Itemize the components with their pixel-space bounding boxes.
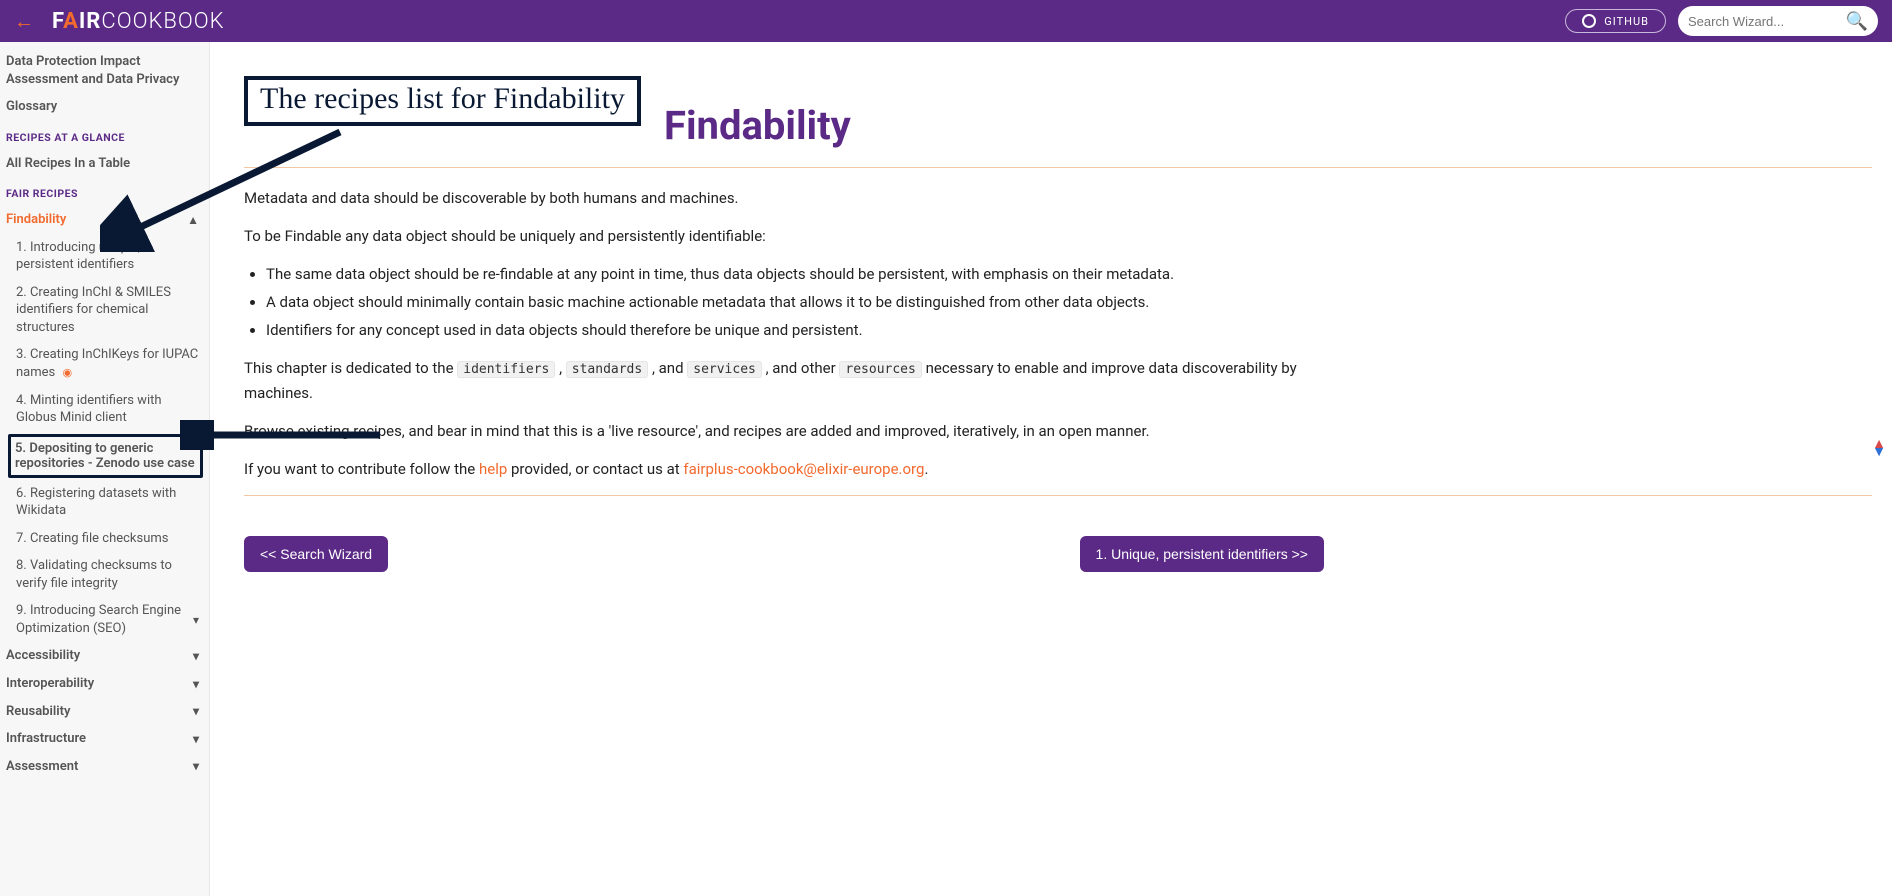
chevron-up-icon: ▲	[187, 212, 199, 228]
search-input[interactable]	[1688, 14, 1838, 29]
logo-letter-f: F	[52, 9, 63, 34]
pager-next-button[interactable]: 1. Unique, persistent identifiers >>	[1080, 536, 1324, 572]
pager-prev-button[interactable]: << Search Wizard	[244, 536, 388, 572]
main-content: The recipes list for Findability Findabi…	[210, 42, 1892, 896]
sidebar-subitem[interactable]: 4. Minting identifiers with Globus Minid…	[0, 387, 209, 432]
logo-letter-ir: IR	[79, 9, 102, 34]
sidebar-subitem[interactable]: 2. Creating InChI & SMILES identifiers f…	[0, 279, 209, 342]
site-logo[interactable]: FAIRCOOKBOOK	[52, 9, 225, 34]
search-box[interactable]: 🔍	[1678, 6, 1878, 36]
sidebar-subitem[interactable]: 3. Creating InChIKeys for IUPAC names ◉	[0, 341, 209, 386]
paragraph: This chapter is dedicated to the identif…	[244, 356, 1324, 405]
sidebar-subitem[interactable]: 6. Registering datasets with Wikidata	[0, 480, 209, 525]
chevron-down-icon: ▼	[1872, 448, 1886, 456]
divider	[244, 167, 1872, 168]
annotation-label-box: The recipes list for Findability	[244, 76, 641, 126]
contact-email-link[interactable]: fairplus-cookbook@elixir-europe.org	[683, 460, 924, 478]
paragraph: Browse existing recipes, and bear in min…	[244, 419, 1324, 443]
page-title: Findability	[664, 102, 1872, 149]
back-arrow-icon[interactable]: ←	[14, 9, 34, 34]
bullet-list: The same data object should be re-findab…	[266, 262, 1324, 342]
chevron-down-icon: ▾	[193, 648, 199, 664]
sidebar-subitem[interactable]: 8. Validating checksums to verify file i…	[0, 552, 209, 597]
paragraph: If you want to contribute follow the hel…	[244, 457, 1324, 481]
sidebar-item-assessment[interactable]: Assessment▾	[0, 753, 209, 781]
sidebar-item-findability[interactable]: Findability ▲	[0, 206, 209, 234]
scroll-widget[interactable]: ▲ ▼	[1868, 433, 1890, 463]
code-chip: resources	[839, 361, 921, 378]
logo-letter-a: A	[63, 9, 79, 34]
sidebar-section-title: FAIR RECIPES	[0, 177, 209, 206]
paragraph: To be Findable any data object should be…	[244, 224, 1324, 248]
chevron-down-icon: ▾	[193, 703, 199, 719]
search-icon[interactable]: 🔍	[1846, 11, 1868, 32]
list-item: Identifiers for any concept used in data…	[266, 318, 1324, 342]
sidebar-item-accessibility[interactable]: Accessibility▾	[0, 642, 209, 670]
sidebar-item-all-recipes[interactable]: All Recipes In a Table	[0, 150, 209, 178]
sidebar: Data Protection Impact Assessment and Da…	[0, 42, 210, 896]
sidebar-item-reusability[interactable]: Reusability▾	[0, 698, 209, 726]
logo-cookbook: COOKBOOK	[101, 9, 224, 34]
sidebar-label: Findability	[6, 211, 66, 229]
help-link[interactable]: help	[479, 460, 507, 478]
sidebar-item-infrastructure[interactable]: Infrastructure▾	[0, 725, 209, 753]
github-link[interactable]: GITHUB	[1565, 9, 1666, 33]
chevron-down-icon: ▾	[193, 612, 199, 628]
list-item: The same data object should be re-findab…	[266, 262, 1324, 286]
chevron-down-icon: ▾	[193, 758, 199, 774]
sidebar-subitem-highlighted[interactable]: 5. Depositing to generic repositories - …	[8, 434, 203, 478]
pager: << Search Wizard 1. Unique, persistent i…	[244, 536, 1324, 572]
code-chip: services	[687, 361, 762, 378]
chevron-down-icon: ▾	[193, 731, 199, 747]
github-icon	[1582, 14, 1596, 28]
sidebar-subitem[interactable]: 7. Creating file checksums	[0, 525, 209, 553]
sidebar-subitem[interactable]: 1. Introducing unique, persistent identi…	[0, 234, 209, 279]
chevron-down-icon: ▾	[193, 676, 199, 692]
sidebar-item[interactable]: Data Protection Impact Assessment and Da…	[0, 48, 209, 93]
sidebar-item[interactable]: Glossary	[0, 93, 209, 121]
sidebar-item-interoperability[interactable]: Interoperability▾	[0, 670, 209, 698]
divider	[244, 495, 1872, 496]
sidebar-subitem[interactable]: 9. Introducing Search Engine Optimizatio…	[0, 597, 209, 642]
list-item: A data object should minimally contain b…	[266, 290, 1324, 314]
sidebar-section-title: RECIPES AT A GLANCE	[0, 121, 209, 150]
code-chip: identifiers	[457, 361, 555, 378]
github-label: GITHUB	[1604, 15, 1649, 28]
paragraph: Metadata and data should be discoverable…	[244, 186, 1324, 210]
topbar: ← FAIRCOOKBOOK GITHUB 🔍	[0, 0, 1892, 42]
code-chip: standards	[566, 361, 648, 378]
circle-play-icon: ◉	[63, 366, 73, 379]
